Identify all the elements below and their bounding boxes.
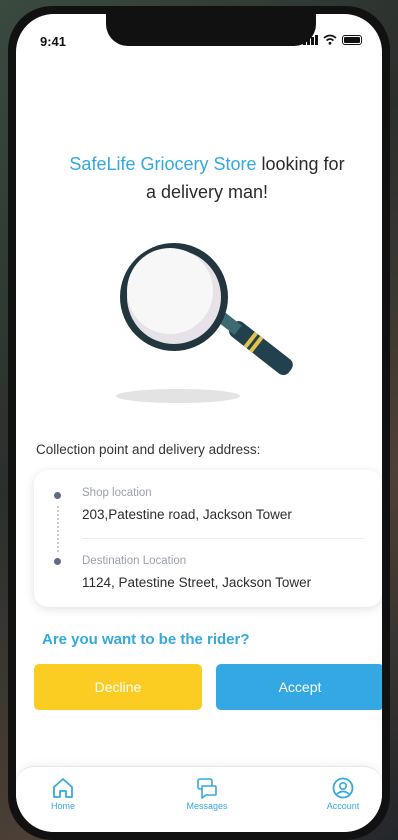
status-icons	[303, 34, 362, 45]
shop-dot-icon	[54, 492, 61, 499]
headline-line2: a delivery man!	[145, 182, 269, 202]
section-label: Collection point and delivery address:	[36, 442, 261, 457]
store-name: SafeLife Griocery Store	[69, 154, 257, 174]
tab-home-label: Home	[50, 801, 75, 811]
route-line	[57, 506, 59, 552]
account-icon	[332, 777, 354, 799]
destination-location-label: Destination Location	[82, 555, 187, 567]
address-card: Shop location 203,Patestine road, Jackso…	[34, 470, 382, 607]
destination-location-value: 1124, Patestine Street, Jackson Tower	[82, 575, 312, 590]
wifi-icon	[323, 34, 337, 45]
accept-button[interactable]: Accept	[216, 664, 382, 710]
headline-rest: looking for	[256, 154, 345, 174]
home-icon	[53, 778, 73, 798]
notch	[106, 14, 316, 46]
signal-icon	[303, 34, 318, 45]
status-time: 9:41	[40, 34, 67, 49]
magnifier-illustration	[116, 243, 293, 403]
messages-icon	[197, 778, 217, 799]
tab-account[interactable]: Account	[308, 777, 378, 811]
tab-account-label: Account	[326, 801, 360, 811]
tab-home[interactable]: Home	[28, 777, 98, 811]
decline-button[interactable]: Decline	[34, 664, 202, 710]
rider-question: Are you want to be the rider?	[42, 631, 250, 648]
phone-frame: 9:41 SafeLife Griocery Store looking for…	[8, 6, 390, 840]
tab-messages-label: Messages	[186, 801, 228, 811]
page-title: SafeLife Griocery Store looking for a de…	[36, 150, 378, 206]
tab-messages[interactable]: Messages	[172, 777, 242, 811]
tab-bar: Home Messages Account	[16, 766, 382, 832]
battery-icon	[342, 34, 362, 45]
destination-dot-icon	[54, 558, 61, 565]
app-screen: 9:41 SafeLife Griocery Store looking for…	[16, 14, 382, 832]
card-divider	[82, 538, 364, 539]
shop-location-label: Shop location	[82, 487, 152, 499]
shop-location-value: 203,Patestine road, Jackson Tower	[82, 507, 292, 522]
